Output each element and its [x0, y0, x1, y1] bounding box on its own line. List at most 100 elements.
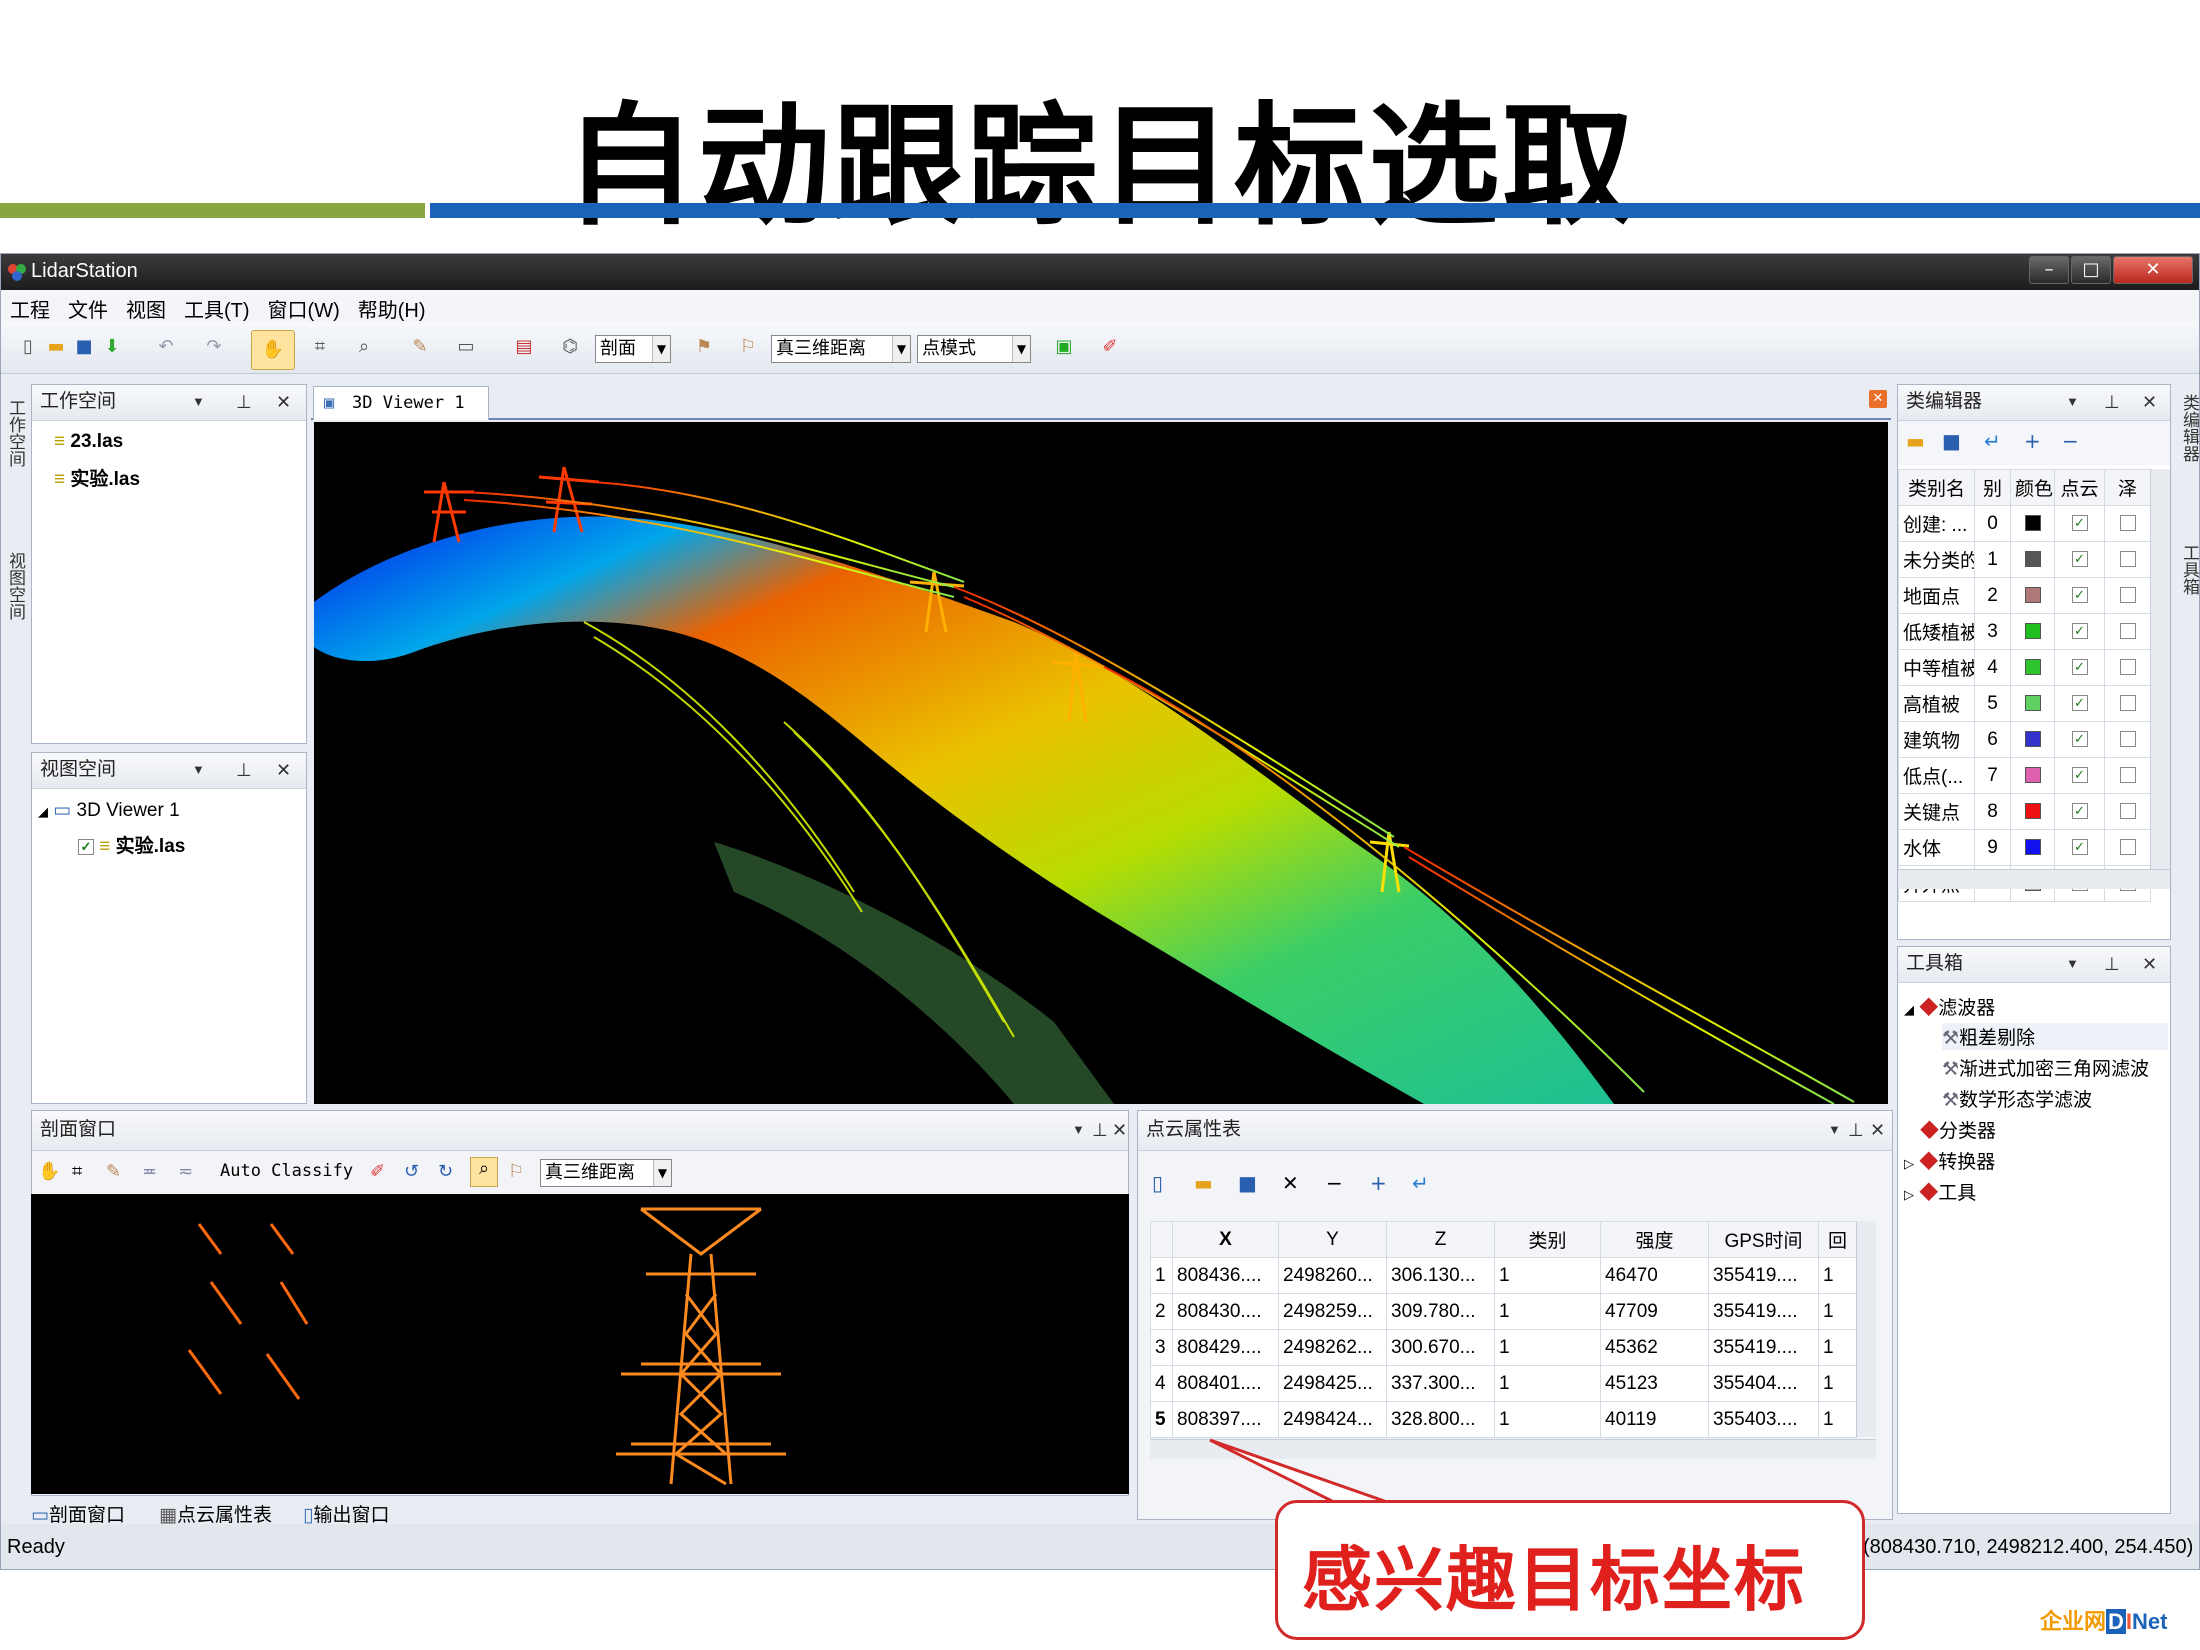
rotate-left-icon[interactable]: ↺ [404, 1161, 419, 1182]
col-y[interactable]: Y [1278, 1221, 1387, 1258]
close-icon[interactable]: ✕ [2142, 385, 2157, 419]
dropdown-icon[interactable]: ▼ [1828, 1111, 1841, 1149]
extra-checkbox[interactable] [2119, 731, 2136, 748]
class-row[interactable]: 地面点 2 ✓ [1898, 577, 2151, 614]
table-row[interactable]: 2 808430.... 2498259... 309.780... 1 47709 355… [1150, 1293, 1857, 1330]
class-extra-cell[interactable] [2104, 721, 2151, 758]
pen-icon[interactable]: ✐ [1097, 334, 1123, 360]
col-class-id[interactable]: 别 [1974, 469, 2011, 506]
section-distance-combo[interactable]: 真三维距离 ▼ [540, 1159, 672, 1187]
class-visible-cell[interactable]: ✓ [2054, 505, 2105, 542]
dropdown-icon[interactable]: ▼ [2066, 947, 2079, 981]
visibility-checkbox[interactable]: ✓ [2071, 803, 2088, 820]
extra-checkbox[interactable] [2119, 767, 2136, 784]
dropdown-icon[interactable]: ▼ [192, 753, 205, 787]
col-class-name[interactable]: 类别名 [1898, 469, 1975, 506]
display-mode-combo[interactable]: 点模式 ▼ [917, 335, 1031, 363]
pan-hand-icon[interactable]: ✋ [251, 330, 295, 370]
class-extra-cell[interactable] [2104, 577, 2151, 614]
viewer-tree-node[interactable]: ◢ ▭ 3D Viewer 1 [38, 799, 180, 822]
tool-item[interactable]: ⚒数学形态学滤波 [1942, 1085, 2092, 1112]
pin-icon[interactable]: ⊥ [236, 385, 252, 419]
side-tab-viewspace[interactable]: 视图空间 [3, 552, 28, 620]
maximize-button[interactable]: □ [2071, 256, 2111, 284]
class-visible-cell[interactable]: ✓ [2054, 541, 2105, 578]
class-extra-cell[interactable] [2104, 649, 2151, 686]
class-visible-cell[interactable]: ✓ [2054, 829, 2105, 866]
save-icon[interactable]: ■ [1238, 1171, 1257, 1195]
open-folder-icon[interactable]: ▬ [1194, 1171, 1213, 1195]
ground-icon[interactable]: ≖ [142, 1161, 157, 1182]
visibility-checkbox[interactable]: ✓ [2071, 659, 2088, 676]
class-extra-cell[interactable] [2104, 829, 2151, 866]
toolbox-node-classifier[interactable]: ◆分类器 [1920, 1116, 1996, 1143]
filter-icon[interactable]: ≂ [178, 1161, 193, 1182]
close-icon[interactable]: ✕ [276, 385, 291, 419]
save-icon[interactable]: ■ [71, 334, 97, 360]
class-visible-cell[interactable]: ✓ [2054, 649, 2105, 686]
class-color-cell[interactable] [2010, 649, 2055, 686]
class-color-cell[interactable] [2010, 577, 2055, 614]
col-class-extra[interactable]: 泽 [2104, 469, 2151, 506]
redo-icon[interactable]: ↷ [201, 334, 227, 360]
class-row[interactable]: 低点(... 7 ✓ [1898, 757, 2151, 794]
class-visible-cell[interactable]: ✓ [2054, 757, 2105, 794]
toolbox-node-converter[interactable]: ▷ ◆转换器 [1904, 1147, 1995, 1174]
minimize-button[interactable]: – [2029, 256, 2069, 284]
col-z[interactable]: Z [1386, 1221, 1495, 1258]
class-row[interactable]: 未分类的 1 ✓ [1898, 541, 2151, 578]
pin-icon[interactable]: ⊥ [2104, 385, 2120, 419]
class-color-cell[interactable] [2010, 793, 2055, 830]
zoom-icon[interactable]: ⌕ [351, 334, 377, 360]
brush-icon[interactable]: ✎ [407, 334, 433, 360]
measure-flag-icon[interactable]: ⚐ [735, 334, 761, 360]
side-tab-toolbox[interactable]: 工具箱 [2177, 544, 2199, 595]
undo-icon[interactable]: ↶ [153, 334, 179, 360]
class-color-cell[interactable] [2010, 757, 2055, 794]
pin-icon[interactable]: ⊥ [236, 753, 252, 787]
apply-icon[interactable]: ↵ [1412, 1171, 1429, 1195]
open-folder-icon[interactable]: ▬ [43, 334, 69, 360]
remove-icon[interactable]: − [2062, 429, 2079, 453]
dropdown-icon[interactable]: ▼ [192, 385, 205, 419]
class-color-cell[interactable] [2010, 685, 2055, 722]
new-file-icon[interactable]: ▯ [1152, 1171, 1163, 1195]
flag-icon[interactable]: ⚐ [508, 1161, 524, 1182]
visibility-checkbox[interactable]: ✓ [2071, 587, 2088, 604]
visibility-checkbox[interactable]: ✓ [2071, 515, 2088, 532]
workspace-file-item[interactable]: ≡ 实验.las [54, 464, 140, 491]
col-class[interactable]: 类别 [1494, 1221, 1601, 1258]
section-profile-canvas[interactable] [31, 1194, 1129, 1494]
3d-point-cloud-viewer[interactable] [314, 422, 1888, 1104]
extra-checkbox[interactable] [2119, 551, 2136, 568]
close-viewer-icon[interactable]: ✕ [1869, 390, 1887, 408]
col-class-visible[interactable]: 点云 [2054, 469, 2105, 506]
workspace-file-item[interactable]: ≡ 23.las [54, 431, 123, 453]
apply-icon[interactable]: ↵ [1984, 429, 2001, 453]
class-row[interactable]: 关键点 8 ✓ [1898, 793, 2151, 830]
close-button[interactable]: ✕ [2113, 256, 2193, 284]
polygon-select-icon[interactable]: ⌬ [557, 334, 583, 360]
new-file-icon[interactable]: ▯ [15, 334, 41, 360]
toolbox-node-tools[interactable]: ▷ ◆工具 [1904, 1178, 1976, 1205]
distance-combo[interactable]: 真三维距离 ▼ [771, 335, 911, 363]
extra-checkbox[interactable] [2119, 587, 2136, 604]
pen-icon[interactable]: ✐ [370, 1161, 385, 1182]
zoom-extent-icon[interactable]: ⌗ [307, 334, 333, 360]
layer-checkbox[interactable]: ✓ [78, 838, 94, 855]
extra-checkbox[interactable] [2119, 623, 2136, 640]
extra-checkbox[interactable] [2119, 839, 2136, 856]
class-extra-cell[interactable] [2104, 505, 2151, 542]
tool-item[interactable]: ⚒渐进式加密三角网滤波 [1942, 1054, 2149, 1081]
close-icon[interactable]: ✕ [1870, 1111, 1885, 1149]
class-visible-cell[interactable]: ✓ [2054, 613, 2105, 650]
class-color-cell[interactable] [2010, 829, 2055, 866]
visibility-checkbox[interactable]: ✓ [2071, 623, 2088, 640]
add-icon[interactable]: + [2024, 429, 2041, 453]
pin-icon[interactable]: ⊥ [1848, 1111, 1864, 1149]
side-tab-class-editor[interactable]: 类编辑器 [2177, 394, 2199, 462]
visibility-checkbox[interactable]: ✓ [2071, 839, 2088, 856]
class-row[interactable]: 低矮植被 3 ✓ [1898, 613, 2151, 650]
extra-checkbox[interactable] [2119, 515, 2136, 532]
section-combo[interactable]: 剖面 ▼ [595, 335, 671, 363]
